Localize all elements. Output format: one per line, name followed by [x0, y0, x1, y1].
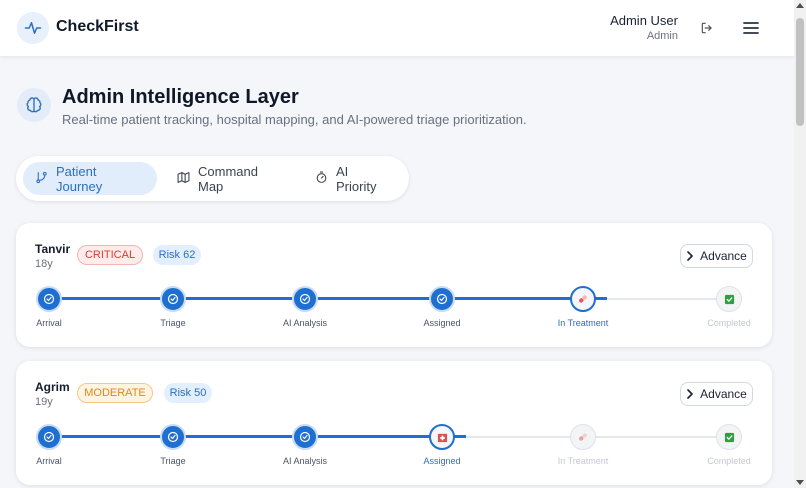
stage-label: Arrival: [36, 318, 62, 328]
stage-label: In Treatment: [557, 318, 609, 328]
stage-node-arrival: [36, 286, 62, 312]
stage-label: In Treatment: [557, 456, 609, 466]
activity-logo-icon[interactable]: [17, 12, 49, 44]
map-icon: [177, 171, 190, 187]
patient-card: Agrim 19y MODERATE Risk 50 Advance Arriv…: [16, 361, 772, 485]
tab-patient-journey[interactable]: Patient Journey: [23, 162, 157, 195]
page-scrollbar[interactable]: [794, 0, 806, 488]
journey-track: Arrival Triage AI Analysis Assigned In Treat…: [16, 223, 772, 347]
app-name[interactable]: CheckFirst: [56, 18, 139, 36]
top-header: CheckFirst Admin User Admin: [0, 0, 794, 56]
stage-label: AI Analysis: [282, 456, 328, 466]
stage-label: Completed: [707, 318, 751, 328]
stage-label: Triage: [160, 318, 186, 328]
user-role: Admin: [646, 30, 678, 42]
tab-label: Command Map: [198, 163, 258, 194]
stage-node-completed: [716, 424, 742, 450]
stage-label: Assigned: [423, 318, 461, 328]
tab-ai-priority[interactable]: AI Priority: [303, 162, 403, 195]
scroll-down-arrow-icon[interactable]: [796, 480, 804, 485]
stage-label: Assigned: [423, 456, 461, 466]
check-circle-icon: [43, 431, 55, 443]
stage-node-completed: [716, 286, 742, 312]
check-box-icon: [724, 432, 735, 443]
stage-node-in-treatment: [570, 424, 596, 450]
hospital-icon: [437, 432, 448, 443]
scroll-thumb[interactable]: [796, 18, 804, 126]
journey-progress: [49, 435, 466, 438]
stage-node-assigned: [429, 286, 455, 312]
check-circle-icon: [43, 293, 55, 305]
tab-label: Patient Journey: [56, 163, 103, 194]
pill-icon: [577, 293, 589, 305]
stage-node-ai-analysis: [292, 286, 318, 312]
patient-card: Tanvir 18y CRITICAL Risk 62 Advance Arri…: [16, 223, 772, 347]
stage-node-assigned: [429, 424, 455, 450]
view-tabs: Patient Journey Command Map AI Priority: [16, 156, 409, 201]
check-circle-icon: [167, 431, 179, 443]
tab-label: AI Priority: [336, 163, 377, 194]
timer-icon: [315, 171, 328, 187]
check-circle-icon: [299, 431, 311, 443]
stage-label: Arrival: [36, 456, 62, 466]
stage-label: Completed: [707, 456, 751, 466]
scroll-up-arrow-icon[interactable]: [796, 3, 804, 8]
stage-label: Triage: [160, 456, 186, 466]
check-circle-icon: [299, 293, 311, 305]
check-circle-icon: [167, 293, 179, 305]
check-circle-icon: [436, 293, 448, 305]
hamburger-menu-icon[interactable]: [740, 17, 762, 39]
stage-node-in-treatment: [570, 286, 596, 312]
page-title: Admin Intelligence Layer: [62, 86, 299, 108]
user-name: Admin User: [610, 13, 678, 28]
tab-command-map[interactable]: Command Map: [165, 162, 291, 195]
pill-icon: [577, 431, 589, 443]
journey-track: Arrival Triage AI Analysis Assigned In Treat…: [16, 361, 772, 485]
stage-node-arrival: [36, 424, 62, 450]
stage-node-triage: [160, 424, 186, 450]
check-box-icon: [724, 294, 735, 305]
stage-node-ai-analysis: [292, 424, 318, 450]
git-branch-icon: [35, 171, 48, 187]
page-subtitle: Real-time patient tracking, hospital map…: [62, 112, 527, 127]
logout-icon[interactable]: [697, 19, 717, 37]
brain-icon: [17, 88, 51, 122]
stage-node-triage: [160, 286, 186, 312]
stage-label: AI Analysis: [282, 318, 328, 328]
journey-progress: [49, 297, 607, 300]
